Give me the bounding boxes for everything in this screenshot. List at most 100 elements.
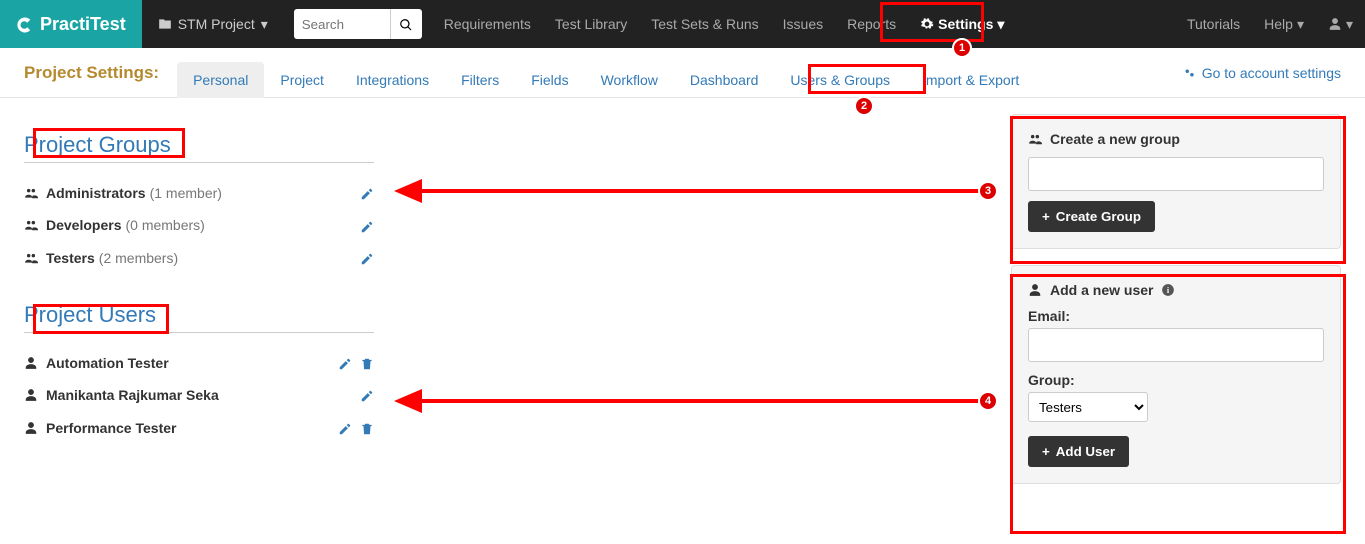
tab-project[interactable]: Project [264, 62, 340, 98]
group-name: Testers [46, 250, 95, 266]
annotation-badge-2: 2 [854, 96, 874, 116]
user-row: Performance Tester [24, 411, 374, 443]
group-label: Group: [1028, 372, 1324, 388]
annotation-arrow-3 [420, 188, 980, 194]
nav-settings-label: Settings [938, 16, 993, 32]
create-group-input[interactable] [1028, 157, 1324, 191]
annotation-arrowhead-4 [394, 389, 422, 413]
search-button[interactable] [390, 9, 422, 39]
annotation-badge-4: 4 [978, 391, 998, 411]
group-icon [24, 218, 38, 232]
group-row: Administrators(1 member) [24, 177, 374, 209]
tab-import-export[interactable]: Import & Export [906, 62, 1035, 98]
create-group-button-label: Create Group [1056, 209, 1141, 224]
edit-icon[interactable] [360, 217, 374, 233]
add-user-button[interactable]: + Add User [1028, 436, 1129, 467]
tab-integrations[interactable]: Integrations [340, 62, 445, 98]
account-settings-label: Go to account settings [1202, 65, 1341, 81]
search [294, 9, 422, 39]
user-name: Automation Tester [46, 355, 169, 371]
user-icon [24, 388, 38, 402]
create-group-title: Create a new group [1050, 131, 1180, 147]
user-menu[interactable]: ▾ [1316, 0, 1365, 48]
user-name: Manikanta Rajkumar Seka [46, 387, 219, 403]
tab-personal[interactable]: Personal [177, 62, 264, 98]
project-dropdown-label: STM Project [178, 16, 255, 32]
group-name: Administrators [46, 185, 146, 201]
annotation-badge-1: 1 [952, 38, 972, 58]
logo[interactable]: PractiTest [0, 0, 142, 48]
account-settings-link[interactable]: Go to account settings [1182, 65, 1341, 95]
right-column: Create a new group + Create Group Add a … [1011, 114, 1341, 484]
plus-icon: + [1042, 444, 1050, 459]
nav-reports[interactable]: Reports [835, 0, 908, 48]
user-row: Manikanta Rajkumar Seka [24, 379, 374, 411]
tab-users-groups[interactable]: Users & Groups [774, 62, 906, 98]
group-meta: (0 members) [125, 217, 204, 233]
search-input[interactable] [294, 9, 390, 39]
email-input[interactable] [1028, 328, 1324, 362]
gear-icon [920, 17, 934, 31]
top-nav: Requirements Test Library Test Sets & Ru… [432, 0, 1017, 48]
project-settings-label: Project Settings: [24, 63, 159, 97]
create-group-button[interactable]: + Create Group [1028, 201, 1155, 232]
edit-icon[interactable] [360, 250, 374, 266]
group-row: Developers(0 members) [24, 209, 374, 241]
add-user-button-label: Add User [1056, 444, 1115, 459]
add-user-panel: Add a new user i Email: Group: Testers +… [1011, 265, 1341, 484]
tab-dashboard[interactable]: Dashboard [674, 62, 775, 98]
content: Project Groups Administrators(1 member) … [0, 98, 1365, 500]
user-icon [1028, 283, 1042, 297]
group-meta: (1 member) [150, 185, 222, 201]
nav-test-sets-runs[interactable]: Test Sets & Runs [639, 0, 770, 48]
nav-requirements[interactable]: Requirements [432, 0, 543, 48]
gears-icon [1182, 66, 1196, 80]
add-user-title: Add a new user [1050, 282, 1153, 298]
user-icon [24, 356, 38, 370]
group-row: Testers(2 members) [24, 242, 374, 274]
edit-icon[interactable] [338, 419, 352, 435]
annotation-arrow-4 [420, 398, 980, 404]
caret-down-icon: ▾ [261, 16, 268, 33]
tab-filters[interactable]: Filters [445, 62, 515, 98]
nav-help-label: Help [1264, 16, 1293, 32]
top-right: Tutorials Help ▾ ▾ [1175, 0, 1365, 48]
project-users-title: Project Users [24, 302, 374, 333]
group-icon [24, 186, 38, 200]
tab-workflow[interactable]: Workflow [585, 62, 674, 98]
user-name: Performance Tester [46, 420, 176, 436]
plus-icon: + [1042, 209, 1050, 224]
edit-icon[interactable] [338, 355, 352, 371]
user-icon [1328, 17, 1342, 31]
nav-issues[interactable]: Issues [771, 0, 835, 48]
delete-icon[interactable] [360, 419, 374, 435]
group-meta: (2 members) [99, 250, 178, 266]
annotation-arrowhead-3 [394, 179, 422, 203]
project-dropdown[interactable]: STM Project ▾ [142, 16, 284, 33]
email-label: Email: [1028, 308, 1324, 324]
group-name: Developers [46, 217, 121, 233]
search-icon [399, 18, 413, 32]
logo-text: PractiTest [40, 14, 126, 35]
annotation-badge-3: 3 [978, 181, 998, 201]
caret-down-icon: ▾ [1346, 16, 1353, 33]
nav-help[interactable]: Help ▾ [1252, 0, 1316, 48]
user-row: Automation Tester [24, 347, 374, 379]
top-bar: PractiTest STM Project ▾ Requirements Te… [0, 0, 1365, 48]
info-icon[interactable]: i [1161, 283, 1175, 297]
user-icon [24, 421, 38, 435]
edit-icon[interactable] [360, 185, 374, 201]
sub-header: Project Settings: Personal Project Integ… [0, 48, 1365, 98]
project-groups-title: Project Groups [24, 132, 374, 163]
folder-icon [158, 17, 172, 31]
left-column: Project Groups Administrators(1 member) … [24, 114, 987, 484]
group-icon [24, 251, 38, 265]
delete-icon[interactable] [360, 355, 374, 371]
caret-down-icon: ▾ [1297, 16, 1304, 33]
edit-icon[interactable] [360, 387, 374, 403]
tab-fields[interactable]: Fields [515, 62, 584, 98]
group-select[interactable]: Testers [1028, 392, 1148, 422]
create-group-panel: Create a new group + Create Group [1011, 114, 1341, 249]
nav-test-library[interactable]: Test Library [543, 0, 639, 48]
nav-tutorials[interactable]: Tutorials [1175, 0, 1252, 48]
